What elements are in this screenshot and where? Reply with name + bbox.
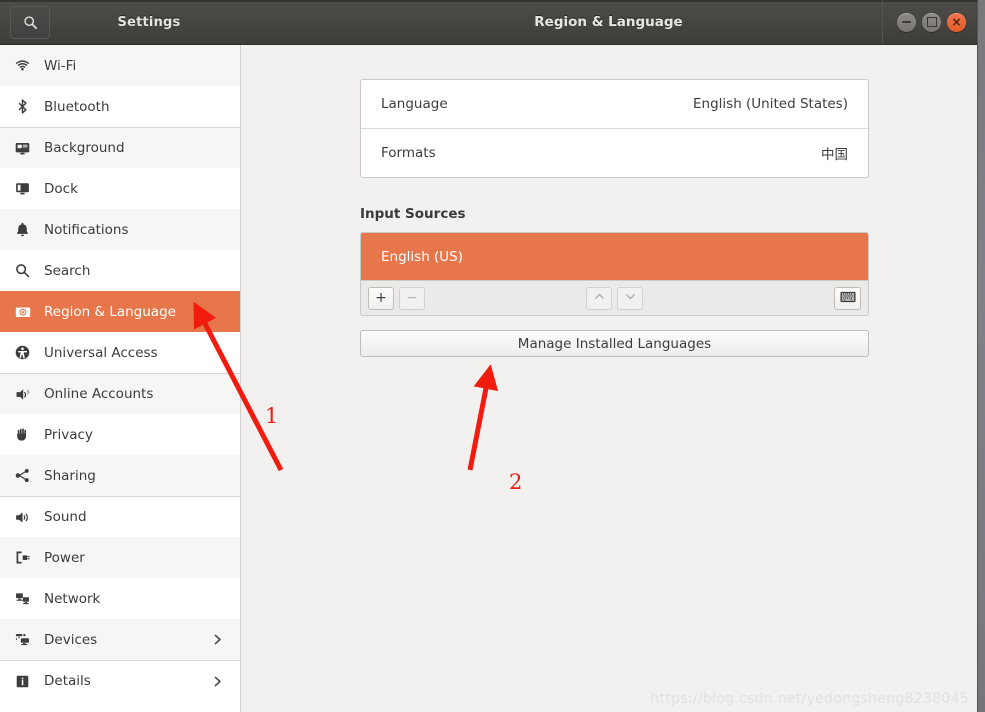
sidebar-item-label: Universal Access — [40, 345, 158, 361]
language-formats-card: Language English (United States) Formats… — [360, 79, 869, 178]
search-icon — [14, 262, 40, 279]
speaker-icon — [14, 509, 40, 526]
annotation-label-1: 1 — [265, 404, 278, 428]
sidebar-item-label: Search — [40, 263, 90, 279]
window-title: Region & Language — [240, 14, 977, 30]
desktop-right-strip — [976, 0, 985, 712]
sidebar-item-label: Online Accounts — [40, 386, 153, 402]
sidebar-item-region-language[interactable]: Region & Language — [0, 291, 240, 332]
power-plug-icon — [14, 549, 40, 566]
sidebar-item-label: Region & Language — [40, 304, 176, 320]
sidebar-item-devices[interactable]: Devices — [0, 619, 240, 660]
search-button[interactable] — [10, 6, 50, 39]
svg-text:s: s — [27, 389, 30, 395]
language-label: Language — [381, 96, 448, 112]
accessibility-icon — [14, 344, 40, 361]
hand-icon — [14, 426, 40, 443]
sidebar-title: Settings — [58, 15, 240, 30]
maximize-button[interactable] — [922, 13, 941, 32]
sidebar-item-sharing[interactable]: Sharing — [0, 455, 240, 496]
formats-row[interactable]: Formats 中国 — [361, 128, 868, 177]
sidebar-item-universal-access[interactable]: Universal Access — [0, 332, 240, 373]
dock-icon — [14, 180, 40, 197]
sidebar-item-label: Dock — [40, 181, 78, 197]
region-language-panel: Language English (United States) Formats… — [360, 79, 869, 357]
move-down-button[interactable] — [617, 287, 643, 310]
sidebar-item-label: Network — [40, 591, 100, 607]
bell-icon — [14, 221, 40, 238]
add-input-source-button[interactable]: + — [368, 287, 394, 310]
keyboard-preview-group — [834, 287, 861, 310]
sidebar-item-search[interactable]: Search — [0, 250, 240, 291]
sidebar-item-details[interactable]: Details — [0, 660, 240, 701]
bluetooth-icon — [14, 98, 40, 115]
reorder-button-group — [361, 287, 868, 310]
move-up-button[interactable] — [586, 287, 612, 310]
sidebar-item-label: Background — [40, 140, 125, 156]
online-accounts-icon: s — [14, 386, 40, 403]
manage-installed-languages-label: Manage Installed Languages — [518, 336, 711, 352]
formats-value: 中国 — [821, 143, 848, 163]
keyboard-layout-button[interactable] — [834, 287, 861, 310]
minimize-icon — [902, 21, 911, 23]
language-row[interactable]: Language English (United States) — [361, 80, 868, 128]
settings-window: Settings Region & Language × — [0, 0, 977, 712]
sidebar-item-label: Privacy — [40, 427, 93, 443]
sidebar-item-network[interactable]: Network — [0, 578, 240, 619]
chevron-right-icon — [211, 633, 224, 646]
screen: Settings Region & Language × — [0, 0, 985, 712]
close-button[interactable]: × — [947, 13, 966, 32]
sidebar-item-label: Power — [40, 550, 85, 566]
region-language-icon — [14, 303, 40, 321]
background-icon — [14, 140, 40, 157]
annotation-label-2: 2 — [509, 470, 522, 494]
sidebar-item-wi-fi[interactable]: Wi-Fi — [0, 45, 240, 86]
watermark-text: https://blog.csdn.net/yedongsheng8238045 — [650, 691, 969, 707]
sidebar-item-background[interactable]: Background — [0, 127, 240, 168]
minimize-button[interactable] — [897, 13, 916, 32]
share-icon — [14, 467, 40, 484]
sidebar-item-online-accounts[interactable]: s Online Accounts — [0, 373, 240, 414]
close-icon: × — [951, 16, 961, 28]
chevron-right-icon — [211, 675, 224, 688]
window-body: Wi-Fi Bluetooth — [0, 45, 977, 712]
maximize-icon — [927, 17, 937, 27]
sidebar-item-label: Sharing — [40, 468, 96, 484]
move-up-icon — [593, 290, 606, 306]
input-source-item-english-us[interactable]: English (US) — [361, 233, 868, 280]
search-icon — [23, 15, 38, 30]
language-value: English (United States) — [693, 96, 848, 112]
plus-icon: + — [375, 291, 387, 305]
sidebar-item-label: Notifications — [40, 222, 129, 238]
wifi-icon — [14, 57, 40, 74]
sidebar-item-sound[interactable]: Sound — [0, 496, 240, 537]
keyboard-icon — [840, 291, 856, 306]
window-controls: × — [882, 0, 966, 44]
info-icon — [14, 673, 40, 690]
manage-installed-languages-button[interactable]: Manage Installed Languages — [360, 330, 869, 357]
move-down-icon — [624, 290, 637, 306]
minus-icon: − — [406, 291, 418, 305]
formats-label: Formats — [381, 145, 436, 161]
sidebar: Wi-Fi Bluetooth — [0, 45, 241, 712]
sidebar-item-notifications[interactable]: Notifications — [0, 209, 240, 250]
sidebar-item-power[interactable]: Power — [0, 537, 240, 578]
sidebar-item-label: Devices — [40, 632, 97, 648]
sidebar-item-label: Bluetooth — [40, 99, 110, 115]
sidebar-item-privacy[interactable]: Privacy — [0, 414, 240, 455]
input-sources-heading: Input Sources — [360, 206, 869, 222]
sidebar-item-dock[interactable]: Dock — [0, 168, 240, 209]
input-sources-box: English (US) + − — [360, 232, 869, 316]
sidebar-item-bluetooth[interactable]: Bluetooth — [0, 86, 240, 127]
input-sources-toolbar: + − — [361, 280, 868, 315]
sidebar-item-label: Details — [40, 673, 91, 689]
titlebar-top-edge — [0, 0, 977, 2]
remove-input-source-button[interactable]: − — [399, 287, 425, 310]
sidebar-item-label: Wi-Fi — [40, 58, 76, 74]
titlebar: Settings Region & Language × — [0, 0, 977, 45]
network-icon — [14, 590, 40, 607]
content-area: Language English (United States) Formats… — [241, 45, 977, 712]
sidebar-item-label: Sound — [40, 509, 87, 525]
devices-icon — [14, 631, 40, 648]
